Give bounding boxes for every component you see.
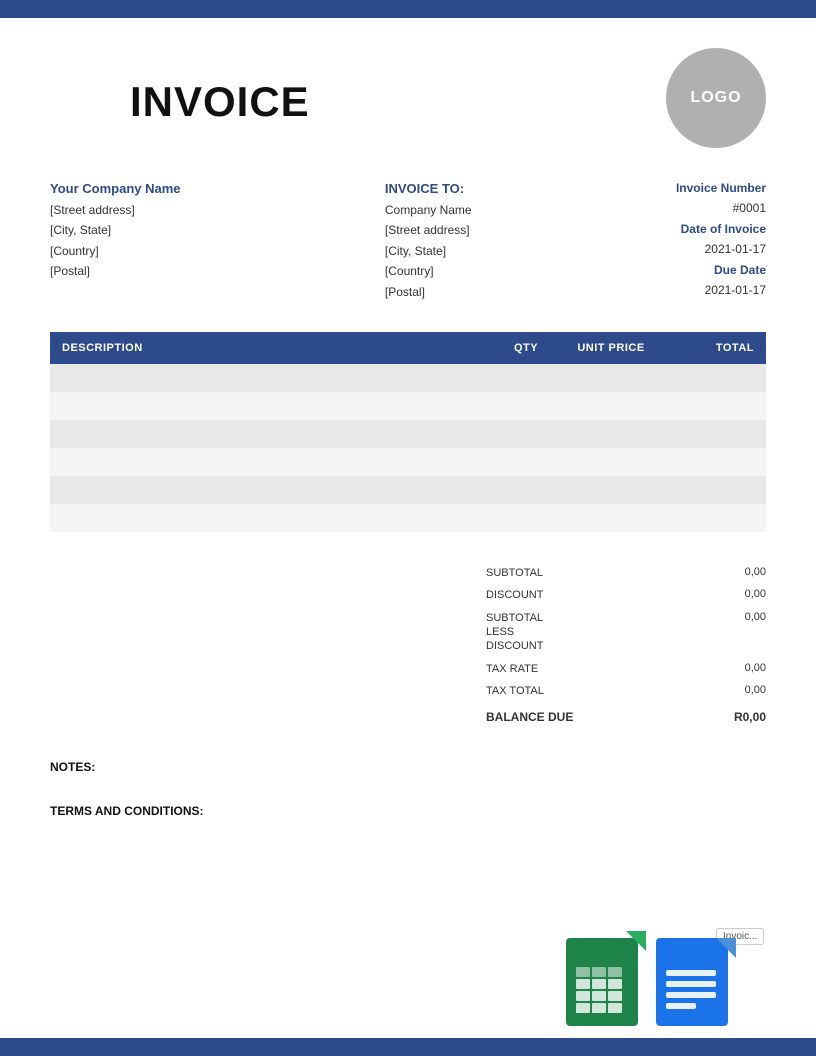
totals-section: SUBTOTAL 0,00 DISCOUNT 0,00 SUBTOTALLESS… (50, 562, 766, 730)
tax-total-label: TAX TOTAL (486, 684, 544, 698)
recipient-country: [Country] (385, 264, 434, 278)
row5-description (50, 476, 496, 504)
recipient-city-state: [City, State] (385, 244, 446, 258)
col-unit-price: UNIT PRICE (556, 332, 666, 364)
discount-value: 0,00 (745, 588, 766, 602)
notes-section: NOTES: (50, 760, 766, 774)
col-description: DESCRIPTION (50, 332, 496, 364)
invoice-due-date-label: Due Date (676, 260, 766, 280)
google-icons-area: Invoic... (566, 931, 736, 1026)
subtotal-less-row: SUBTOTALLESSDISCOUNT 0,00 (486, 607, 766, 658)
row1-description (50, 364, 496, 392)
subtotal-less-value: 0,00 (745, 611, 766, 654)
row4-total (666, 448, 766, 476)
google-sheets-icon (566, 931, 646, 1026)
row6-description (50, 504, 496, 532)
subtotal-row: SUBTOTAL 0,00 (486, 562, 766, 584)
subtotal-label: SUBTOTAL (486, 566, 543, 580)
row1-unit-price (556, 364, 666, 392)
col-total: TOTAL (666, 332, 766, 364)
tax-total-row: TAX TOTAL 0,00 (486, 680, 766, 702)
row3-total (666, 420, 766, 448)
tax-rate-label: TAX RATE (486, 662, 538, 676)
recipient-company-name: Company Name (385, 203, 472, 217)
row2-unit-price (556, 392, 666, 420)
invoice-table: DESCRIPTION QTY UNIT PRICE TOTAL (50, 332, 766, 532)
terms-section: TERMS AND CONDITIONS: (50, 804, 766, 818)
row6-unit-price (556, 504, 666, 532)
table-row (50, 392, 766, 420)
table-row (50, 364, 766, 392)
logo-circle: LOGO (666, 48, 766, 148)
invoice-date-value: 2021-01-17 (676, 239, 766, 259)
balance-due-row: BALANCE DUE R0,00 (486, 706, 766, 730)
table-row (50, 420, 766, 448)
subtotal-less-label: SUBTOTALLESSDISCOUNT (486, 611, 543, 654)
invoice-details: Invoice Number #0001 Date of Invoice 202… (676, 178, 766, 302)
row6-total (666, 504, 766, 532)
invoice-number-value: #0001 (676, 198, 766, 218)
tax-total-value: 0,00 (745, 684, 766, 698)
tax-rate-row: TAX RATE 0,00 (486, 658, 766, 680)
row1-total (666, 364, 766, 392)
sender-company-name: Your Company Name (50, 181, 181, 196)
tax-rate-value: 0,00 (745, 662, 766, 676)
address-section: Your Company Name [Street address] [City… (50, 178, 766, 302)
sender-address: Your Company Name [Street address] [City… (50, 178, 181, 302)
row2-description (50, 392, 496, 420)
header-section: INVOICE LOGO (50, 48, 766, 148)
google-docs-wrapper: Invoic... (656, 938, 736, 1026)
row4-unit-price (556, 448, 666, 476)
row3-description (50, 420, 496, 448)
row4-qty (496, 448, 556, 476)
invoice-title: INVOICE (130, 78, 310, 126)
totals-table: SUBTOTAL 0,00 DISCOUNT 0,00 SUBTOTALLESS… (486, 562, 766, 730)
row2-total (666, 392, 766, 420)
notes-label: NOTES: (50, 760, 766, 774)
recipient-postal: [Postal] (385, 285, 425, 299)
recipient-address: INVOICE TO: Company Name [Street address… (385, 178, 472, 302)
balance-due-value: R0,00 (734, 710, 766, 726)
sender-city-state: [City, State] (50, 223, 111, 237)
invoice-due-date-value: 2021-01-17 (676, 280, 766, 300)
balance-due-label: BALANCE DUE (486, 710, 573, 726)
invoice-to-label: INVOICE TO: (385, 181, 464, 196)
sender-postal: [Postal] (50, 264, 90, 278)
table-row (50, 476, 766, 504)
table-row (50, 448, 766, 476)
row5-total (666, 476, 766, 504)
row5-unit-price (556, 476, 666, 504)
row4-description (50, 448, 496, 476)
subtotal-value: 0,00 (745, 566, 766, 580)
row5-qty (496, 476, 556, 504)
invoice-date-label: Date of Invoice (676, 219, 766, 239)
row6-qty (496, 504, 556, 532)
recipient-street: [Street address] (385, 223, 470, 237)
invoice-number-label: Invoice Number (676, 178, 766, 198)
row3-qty (496, 420, 556, 448)
sender-street: [Street address] (50, 203, 135, 217)
bottom-bar (0, 1038, 816, 1056)
row3-unit-price (556, 420, 666, 448)
terms-label: TERMS AND CONDITIONS: (50, 804, 766, 818)
discount-label: DISCOUNT (486, 588, 543, 602)
row2-qty (496, 392, 556, 420)
top-bar (0, 0, 816, 18)
table-row (50, 504, 766, 532)
google-docs-icon (656, 938, 736, 1026)
sender-country: [Country] (50, 244, 99, 258)
col-qty: QTY (496, 332, 556, 364)
row1-qty (496, 364, 556, 392)
discount-row: DISCOUNT 0,00 (486, 584, 766, 606)
